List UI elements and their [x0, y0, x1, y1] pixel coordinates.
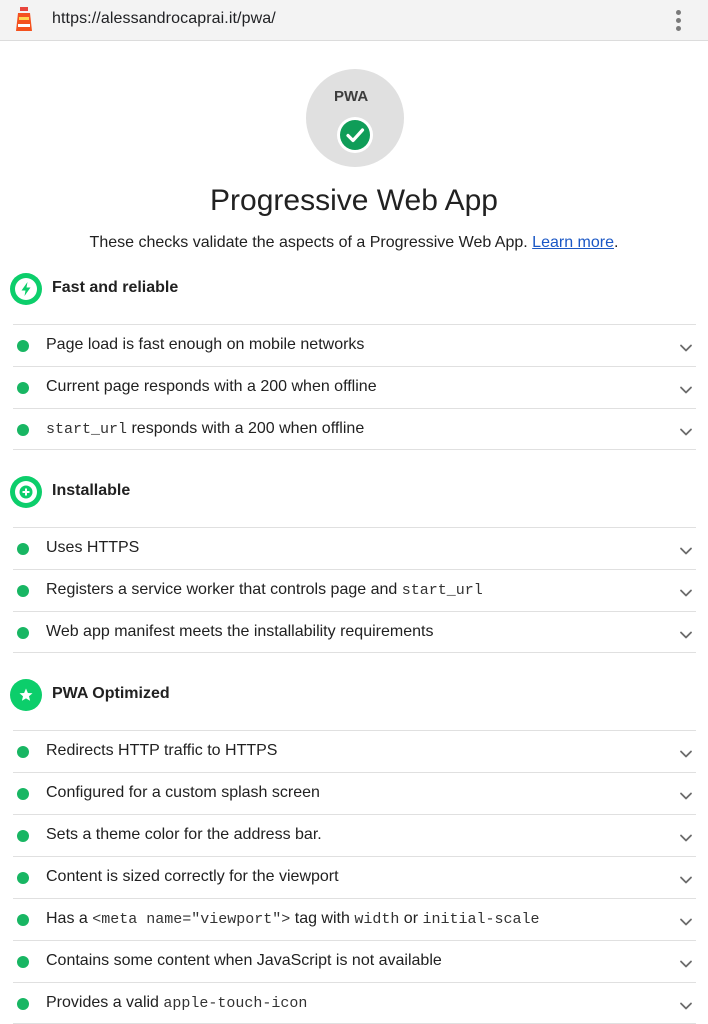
audit-text: tag with [290, 910, 355, 927]
chevron-down-icon[interactable] [679, 627, 693, 639]
chevron-down-icon[interactable] [679, 788, 693, 800]
pass-dot-icon [17, 585, 29, 597]
code-snippet: <meta name="viewport"> [92, 911, 291, 928]
audit-text: Content is sized correctly for the viewp… [46, 868, 339, 885]
audit-text: or [399, 910, 423, 927]
chevron-down-icon[interactable] [679, 830, 693, 842]
audit-text: Web app manifest meets the installabilit… [46, 623, 434, 640]
description-period: . [614, 234, 619, 251]
audit-title: Sets a theme color for the address bar. [46, 826, 322, 844]
pwa-logo: PWA [334, 88, 368, 103]
audit-row[interactable]: Redirects HTTP traffic to HTTPS [13, 730, 696, 772]
chevron-down-icon[interactable] [679, 998, 693, 1010]
audit-title: Has a <meta name="viewport"> tag with wi… [46, 910, 540, 928]
lighthouse-icon[interactable] [14, 7, 34, 33]
audit-row[interactable]: Web app manifest meets the installabilit… [13, 611, 696, 653]
group-header: PWA Optimized [10, 679, 700, 713]
audit-text: Current page responds with a 200 when of… [46, 378, 377, 395]
page-description: These checks validate the aspects of a P… [0, 234, 708, 252]
pass-dot-icon [17, 340, 29, 352]
audit-row[interactable]: Current page responds with a 200 when of… [13, 366, 696, 408]
audit-row[interactable]: Uses HTTPS [13, 527, 696, 569]
plus-icon [10, 476, 42, 508]
chevron-down-icon[interactable] [679, 543, 693, 555]
code-snippet: start_url [46, 421, 128, 438]
audit-row[interactable]: Page load is fast enough on mobile netwo… [13, 324, 696, 366]
audit-title: start_url responds with a 200 when offli… [46, 420, 364, 438]
chevron-down-icon[interactable] [679, 585, 693, 597]
audit-title: Configured for a custom splash screen [46, 784, 320, 802]
chevron-down-icon[interactable] [679, 382, 693, 394]
audit-row[interactable]: Registers a service worker that controls… [13, 569, 696, 611]
audit-row[interactable]: Contains some content when JavaScript is… [13, 940, 696, 982]
pwa-gauge: PWA [306, 69, 404, 167]
code-snippet: apple-touch-icon [163, 995, 308, 1012]
audit-text: Provides a valid [46, 994, 164, 1011]
audit-text: Has a [46, 910, 93, 927]
audit-text: Registers a service worker that controls… [46, 581, 402, 598]
chevron-down-icon[interactable] [679, 914, 693, 926]
audit-title: Web app manifest meets the installabilit… [46, 623, 433, 641]
audit-title: Provides a valid apple-touch-icon [46, 994, 307, 1012]
pass-dot-icon [17, 382, 29, 394]
chevron-down-icon[interactable] [679, 340, 693, 352]
page-title: Progressive Web App [210, 184, 498, 217]
bolt-icon [10, 273, 42, 305]
audit-row[interactable]: Sets a theme color for the address bar. [13, 814, 696, 856]
audit-text: Sets a theme color for the address bar. [46, 826, 322, 843]
more-vert-icon[interactable] [670, 8, 686, 34]
audit-text: Configured for a custom splash screen [46, 784, 320, 801]
code-snippet: width [354, 911, 400, 928]
code-snippet: start_url [401, 582, 483, 599]
audit-row[interactable]: Has a <meta name="viewport"> tag with wi… [13, 898, 696, 940]
audit-title: Contains some content when JavaScript is… [46, 952, 442, 970]
chevron-down-icon[interactable] [679, 956, 693, 968]
description-text: These checks validate the aspects of a P… [89, 234, 528, 251]
pass-dot-icon [17, 788, 29, 800]
pass-dot-icon [17, 627, 29, 639]
code-snippet: initial-scale [422, 911, 540, 928]
star-icon [10, 679, 42, 711]
audit-title: Redirects HTTP traffic to HTTPS [46, 742, 277, 760]
audit-row[interactable]: Content is sized correctly for the viewp… [13, 856, 696, 898]
learn-more-link[interactable]: Learn more [532, 234, 614, 251]
pass-dot-icon [17, 872, 29, 884]
audit-text: Redirects HTTP traffic to HTTPS [46, 742, 278, 759]
pass-dot-icon [17, 746, 29, 758]
chevron-down-icon[interactable] [679, 746, 693, 758]
audit-row[interactable]: Configured for a custom splash screen [13, 772, 696, 814]
group-title: Fast and reliable [52, 279, 179, 296]
group-header: Installable [10, 476, 700, 510]
pass-dot-icon [17, 830, 29, 842]
audit-row[interactable]: start_url responds with a 200 when offli… [13, 408, 696, 450]
audit-text: Contains some content when JavaScript is… [46, 952, 442, 969]
audit-title: Page load is fast enough on mobile netwo… [46, 336, 364, 354]
audit-title: Registers a service worker that controls… [46, 581, 483, 599]
check-circle-icon [337, 117, 373, 153]
audit-row[interactable]: Provides a valid apple-touch-icon [13, 982, 696, 1024]
pass-dot-icon [17, 956, 29, 968]
audit-text: Uses HTTPS [46, 539, 140, 556]
audit-title: Content is sized correctly for the viewp… [46, 868, 339, 886]
pass-dot-icon [17, 998, 29, 1010]
audit-text: Page load is fast enough on mobile netwo… [46, 336, 365, 353]
group-title: Installable [52, 482, 131, 499]
address-bar: https://alessandrocaprai.it/pwa/ [0, 0, 708, 41]
group-title: PWA Optimized [52, 685, 170, 702]
group-header: Fast and reliable [10, 273, 700, 307]
pass-dot-icon [17, 914, 29, 926]
audit-title: Current page responds with a 200 when of… [46, 378, 377, 396]
chevron-down-icon[interactable] [679, 872, 693, 884]
pass-dot-icon [17, 424, 29, 436]
audit-text: responds with a 200 when offline [127, 420, 365, 437]
url-text[interactable]: https://alessandrocaprai.it/pwa/ [52, 10, 276, 28]
chevron-down-icon[interactable] [679, 424, 693, 436]
pass-dot-icon [17, 543, 29, 555]
audit-title: Uses HTTPS [46, 539, 139, 557]
